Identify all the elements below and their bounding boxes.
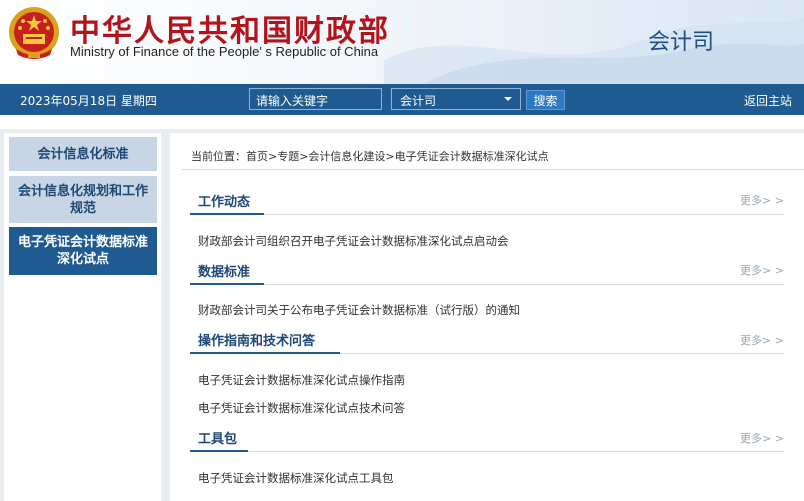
section-underline	[190, 213, 264, 215]
department-name: 会计司	[648, 30, 715, 55]
main-content: 当前位置：首页>专题>会计信息化建设>电子凭证会计数据标准深化试点 工作动态 更…	[170, 133, 804, 501]
breadcrumb: 当前位置：首页>专题>会计信息化建设>电子凭证会计数据标准深化试点	[191, 150, 549, 163]
divider	[340, 353, 784, 354]
sidebar: 会计信息化标准 会计信息化规划和工作规范 电子凭证会计数据标准深化试点	[4, 133, 161, 501]
section-title-guides: 操作指南和技术问答	[198, 334, 316, 349]
divider	[248, 451, 784, 452]
sidebar-item-label: 会计信息化标准	[37, 146, 129, 162]
chevron-down-icon	[504, 97, 512, 101]
search-input[interactable]: 请输入关键字	[249, 88, 382, 110]
section-underline	[190, 352, 340, 354]
more-link-guides[interactable]: 更多> >	[740, 332, 784, 348]
search-button[interactable]: 搜索	[526, 90, 565, 110]
header-wave-decoration	[384, 18, 804, 84]
nav-bar: 2023年05月18日 星期四 请输入关键字 会计司 搜索 返回主站	[0, 84, 804, 115]
divider	[181, 169, 804, 170]
list-item[interactable]: 电子凭证会计数据标准深化试点操作指南	[198, 372, 405, 388]
sidebar-item-label: 电子凭证会计数据标准深化试点	[17, 235, 148, 267]
more-link-news[interactable]: 更多> >	[740, 192, 784, 208]
list-item[interactable]: 电子凭证会计数据标准深化试点工具包	[198, 470, 394, 486]
section-title-toolkit: 工具包	[198, 432, 238, 447]
sidebar-item-label: 会计信息化规划和工作规范	[17, 183, 148, 216]
site-title-en: Ministry of Finance of the People' s Rep…	[70, 44, 379, 59]
department-select-value: 会计司	[400, 94, 437, 108]
list-item[interactable]: 电子凭证会计数据标准深化试点技术问答	[198, 400, 405, 416]
more-link-standards[interactable]: 更多> >	[740, 262, 784, 278]
divider	[264, 214, 784, 215]
sidebar-item-planning[interactable]: 会计信息化规划和工作规范	[9, 176, 157, 223]
section-title-standards: 数据标准	[198, 265, 251, 280]
divider	[264, 284, 784, 285]
back-home-link[interactable]: 返回主站	[744, 92, 792, 109]
list-item[interactable]: 财政部会计司组织召开电子凭证会计数据标准深化试点启动会	[198, 233, 509, 249]
national-emblem-icon	[9, 7, 59, 59]
site-header: 中华人民共和国财政部 Ministry of Finance of the Pe…	[0, 0, 804, 84]
section-underline	[190, 283, 264, 285]
section-title-news: 工作动态	[198, 195, 251, 210]
department-select[interactable]: 会计司	[391, 88, 521, 110]
more-link-toolkit[interactable]: 更多> >	[740, 430, 784, 446]
current-date: 2023年05月18日 星期四	[20, 94, 157, 108]
sidebar-item-pilot[interactable]: 电子凭证会计数据标准深化试点	[9, 227, 157, 275]
list-item[interactable]: 财政部会计司关于公布电子凭证会计数据标准（试行版）的通知	[198, 302, 520, 318]
sidebar-item-standards[interactable]: 会计信息化标准	[9, 137, 157, 171]
section-underline	[190, 450, 248, 452]
